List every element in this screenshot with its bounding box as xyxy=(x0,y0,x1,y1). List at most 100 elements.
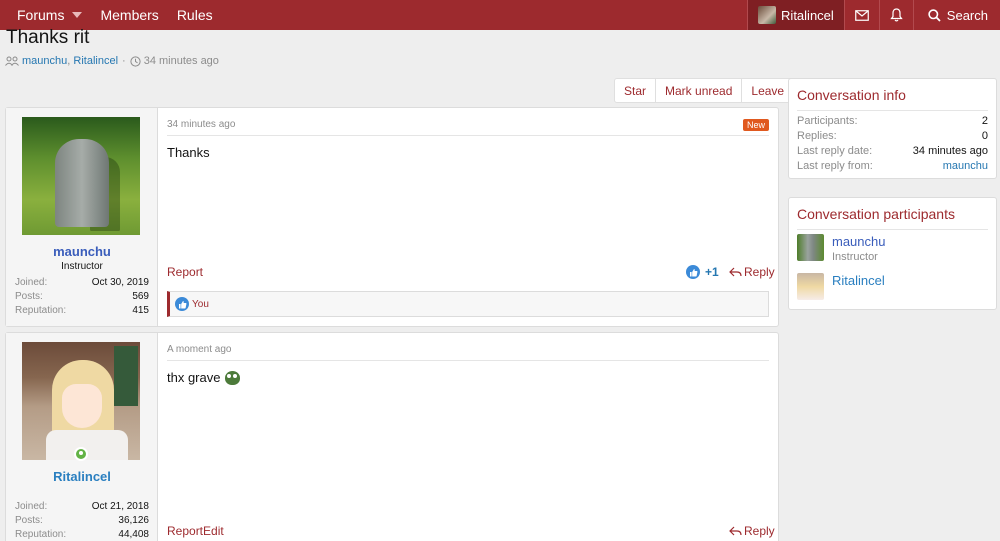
user-avatar xyxy=(758,6,777,24)
reply-icon xyxy=(729,267,742,277)
message-date[interactable]: A moment ago xyxy=(167,344,231,355)
conversation-meta: maunchu , Ritalincel · 34 minutes ago xyxy=(5,55,219,67)
message-content: A moment ago thx grave Report Edit Reply xyxy=(158,333,778,541)
conversation-actions: Star Mark unread Leave xyxy=(614,78,795,103)
chevron-down-icon[interactable] xyxy=(72,12,83,18)
avatar-face xyxy=(62,384,102,428)
envelope-icon xyxy=(854,9,869,21)
nav-forums-label: Forums xyxy=(17,7,65,23)
participant-title: Instructor xyxy=(832,251,878,263)
stat-row-joined: Joined: Oct 30, 2019 xyxy=(15,277,149,291)
nav-members[interactable]: Members xyxy=(91,0,167,30)
reply-button[interactable]: Reply xyxy=(729,265,775,279)
like-icon xyxy=(175,297,189,311)
participant-name[interactable]: maunchu xyxy=(832,234,885,249)
nav-rules[interactable]: Rules xyxy=(168,0,222,30)
search-icon xyxy=(928,8,941,22)
account-menu[interactable]: Ritalincel xyxy=(747,0,844,30)
participant-details: maunchu Instructor xyxy=(832,234,885,263)
avatar-chalkboard xyxy=(114,346,138,406)
participant-item: maunchu Instructor xyxy=(797,234,885,263)
conversation-participants-title: Conversation participants xyxy=(797,206,955,222)
stat-value: 44,408 xyxy=(118,529,149,540)
block-divider xyxy=(797,229,988,230)
message-divider xyxy=(167,360,769,361)
message-body: Thanks xyxy=(167,145,210,160)
star-button[interactable]: Star xyxy=(615,79,655,102)
info-label: Last reply date: xyxy=(797,145,873,157)
info-value: 34 minutes ago xyxy=(912,145,988,157)
info-row-participants: Participants: 2 xyxy=(797,115,988,130)
conversation-info-block: Conversation info Participants: 2 Replies… xyxy=(788,78,997,179)
participant-item: Ritalincel xyxy=(797,273,885,300)
stat-row-posts: Posts: 36,126 xyxy=(15,515,149,529)
stat-row-posts: Posts: 569 xyxy=(15,291,149,305)
stat-label: Joined: xyxy=(15,501,48,512)
stat-label: Joined: xyxy=(15,277,48,288)
author-name[interactable]: maunchu xyxy=(6,244,158,259)
new-badge: New xyxy=(742,119,769,131)
mark-unread-button[interactable]: Mark unread xyxy=(655,79,741,102)
message-content: 34 minutes ago New Thanks Report +1 Repl… xyxy=(158,108,778,326)
participant-avatar[interactable] xyxy=(797,234,824,261)
participant-details: Ritalincel xyxy=(832,273,885,300)
participant-link-ritalincel[interactable]: Ritalincel xyxy=(73,55,118,67)
participant-link-maunchu[interactable]: maunchu xyxy=(22,55,67,67)
info-row-last-reply-date: Last reply date: 34 minutes ago xyxy=(797,145,988,160)
online-status-icon xyxy=(74,447,88,461)
report-button[interactable]: Report xyxy=(167,265,203,279)
message-footer-links: Report Edit xyxy=(167,524,224,538)
conversation-time: 34 minutes ago xyxy=(143,55,219,67)
info-row-last-reply-from: Last reply from: maunchu xyxy=(797,160,988,175)
user-stats: Joined: Oct 21, 2018 Posts: 36,126 Reputat… xyxy=(15,501,149,541)
message-user-info: Ritalincel Joined: Oct 21, 2018 Posts: 36,… xyxy=(6,333,158,541)
page-title: Thanks rit xyxy=(6,27,90,48)
leave-button[interactable]: Leave xyxy=(741,79,793,102)
participant-avatar[interactable] xyxy=(797,273,824,300)
top-navigation-bar: Forums Members Rules Ritalincel Search xyxy=(0,0,1000,30)
conversation-participants-block: Conversation participants maunchu Instru… xyxy=(788,197,997,310)
last-reply-user-link[interactable]: maunchu xyxy=(943,160,988,175)
info-value: 2 xyxy=(981,115,988,127)
reply-icon xyxy=(729,526,742,536)
edit-button[interactable]: Edit xyxy=(203,524,224,538)
message-user-info: maunchu Instructor Joined: Oct 30, 2019 P… xyxy=(6,108,158,326)
stat-value: Oct 30, 2019 xyxy=(91,277,149,288)
nav-forums[interactable]: Forums xyxy=(0,0,91,30)
alerts-button[interactable] xyxy=(878,0,913,30)
reply-label: Reply xyxy=(744,265,775,279)
author-name[interactable]: Ritalincel xyxy=(6,469,158,484)
info-label: Replies: xyxy=(797,130,837,142)
stat-label: Posts: xyxy=(15,515,43,526)
participant-name[interactable]: Ritalincel xyxy=(832,273,885,288)
info-label: Participants: xyxy=(797,115,858,127)
meta-separator: · xyxy=(122,55,126,67)
stat-row-reputation: Reputation: 44,408 xyxy=(15,529,149,541)
account-username: Ritalincel xyxy=(781,7,834,23)
message-date[interactable]: 34 minutes ago xyxy=(167,119,235,130)
stat-value: Oct 21, 2018 xyxy=(91,501,149,512)
nav-user-tools: Ritalincel Search xyxy=(747,0,1000,30)
like-icon xyxy=(686,265,700,279)
users-icon xyxy=(5,56,19,66)
inbox-button[interactable] xyxy=(843,0,879,30)
frog-emoji-icon xyxy=(225,370,241,385)
user-stats: Joined: Oct 30, 2019 Posts: 569 Reputation… xyxy=(15,277,149,319)
info-label: Last reply from: xyxy=(797,160,873,172)
reaction-summary[interactable]: +1 xyxy=(686,265,719,279)
stat-value: 415 xyxy=(132,305,149,316)
stat-label: Reputation: xyxy=(15,529,67,540)
liked-by-link[interactable]: You xyxy=(192,299,209,310)
stat-label: Posts: xyxy=(15,291,43,302)
avatar[interactable] xyxy=(22,117,140,235)
search-label: Search xyxy=(946,7,988,23)
stat-row-reputation: Reputation: 415 xyxy=(15,305,149,319)
reply-button[interactable]: Reply xyxy=(729,524,775,538)
conversation-info-title: Conversation info xyxy=(797,87,906,103)
search-button[interactable]: Search xyxy=(912,0,1000,30)
stat-value: 569 xyxy=(132,291,149,302)
clock-icon xyxy=(130,55,141,67)
avatar[interactable] xyxy=(22,342,140,460)
report-button[interactable]: Report xyxy=(167,524,203,538)
likes-bar: You xyxy=(167,291,769,317)
